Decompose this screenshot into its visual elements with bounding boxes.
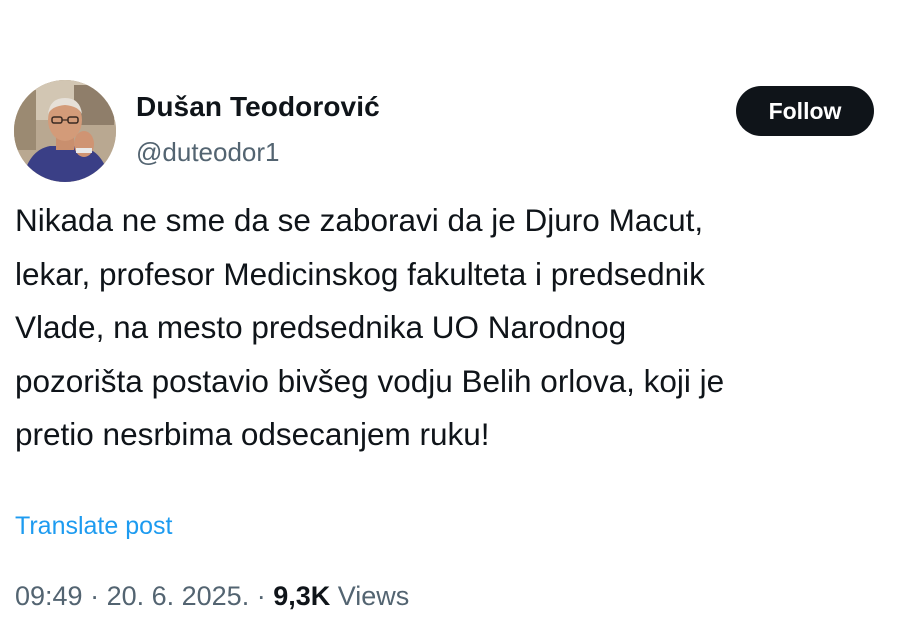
author-avatar[interactable]	[14, 80, 116, 182]
tweet-text-line: pozorišta postavio bivšeg vodju Belih or…	[15, 362, 725, 399]
author-name[interactable]: Dušan Teodorović	[136, 90, 380, 124]
tweet-text: Nikada ne sme da se zaboravi da je Djuro…	[15, 194, 875, 462]
meta-separator: ·	[249, 581, 274, 611]
tweet-meta: 09:49 · 20. 6. 2025. · 9,3K Views	[15, 577, 409, 615]
tweet-text-line: Vlade, na mesto predsednika UO Narodnog	[15, 309, 627, 345]
author-handle[interactable]: @duteodor1	[136, 136, 280, 168]
meta-separator: ·	[82, 581, 107, 611]
tweet-date[interactable]: 20. 6. 2025.	[107, 581, 250, 611]
tweet-text-line: Nikada ne sme da se zaboravi da je Djuro…	[15, 202, 704, 238]
tweet-text-line: pretio nesrbima odsecanjem ruku!	[15, 416, 490, 452]
views-label: Views	[330, 581, 410, 611]
follow-button[interactable]: Follow	[736, 86, 874, 136]
tweet-time[interactable]: 09:49	[15, 581, 83, 611]
views-count[interactable]: 9,3K	[273, 581, 330, 611]
tweet-text-line: lekar, profesor Medicinskog fakulteta i …	[15, 255, 705, 292]
avatar-photo	[14, 80, 116, 182]
translate-post-link[interactable]: Translate post	[15, 508, 172, 544]
